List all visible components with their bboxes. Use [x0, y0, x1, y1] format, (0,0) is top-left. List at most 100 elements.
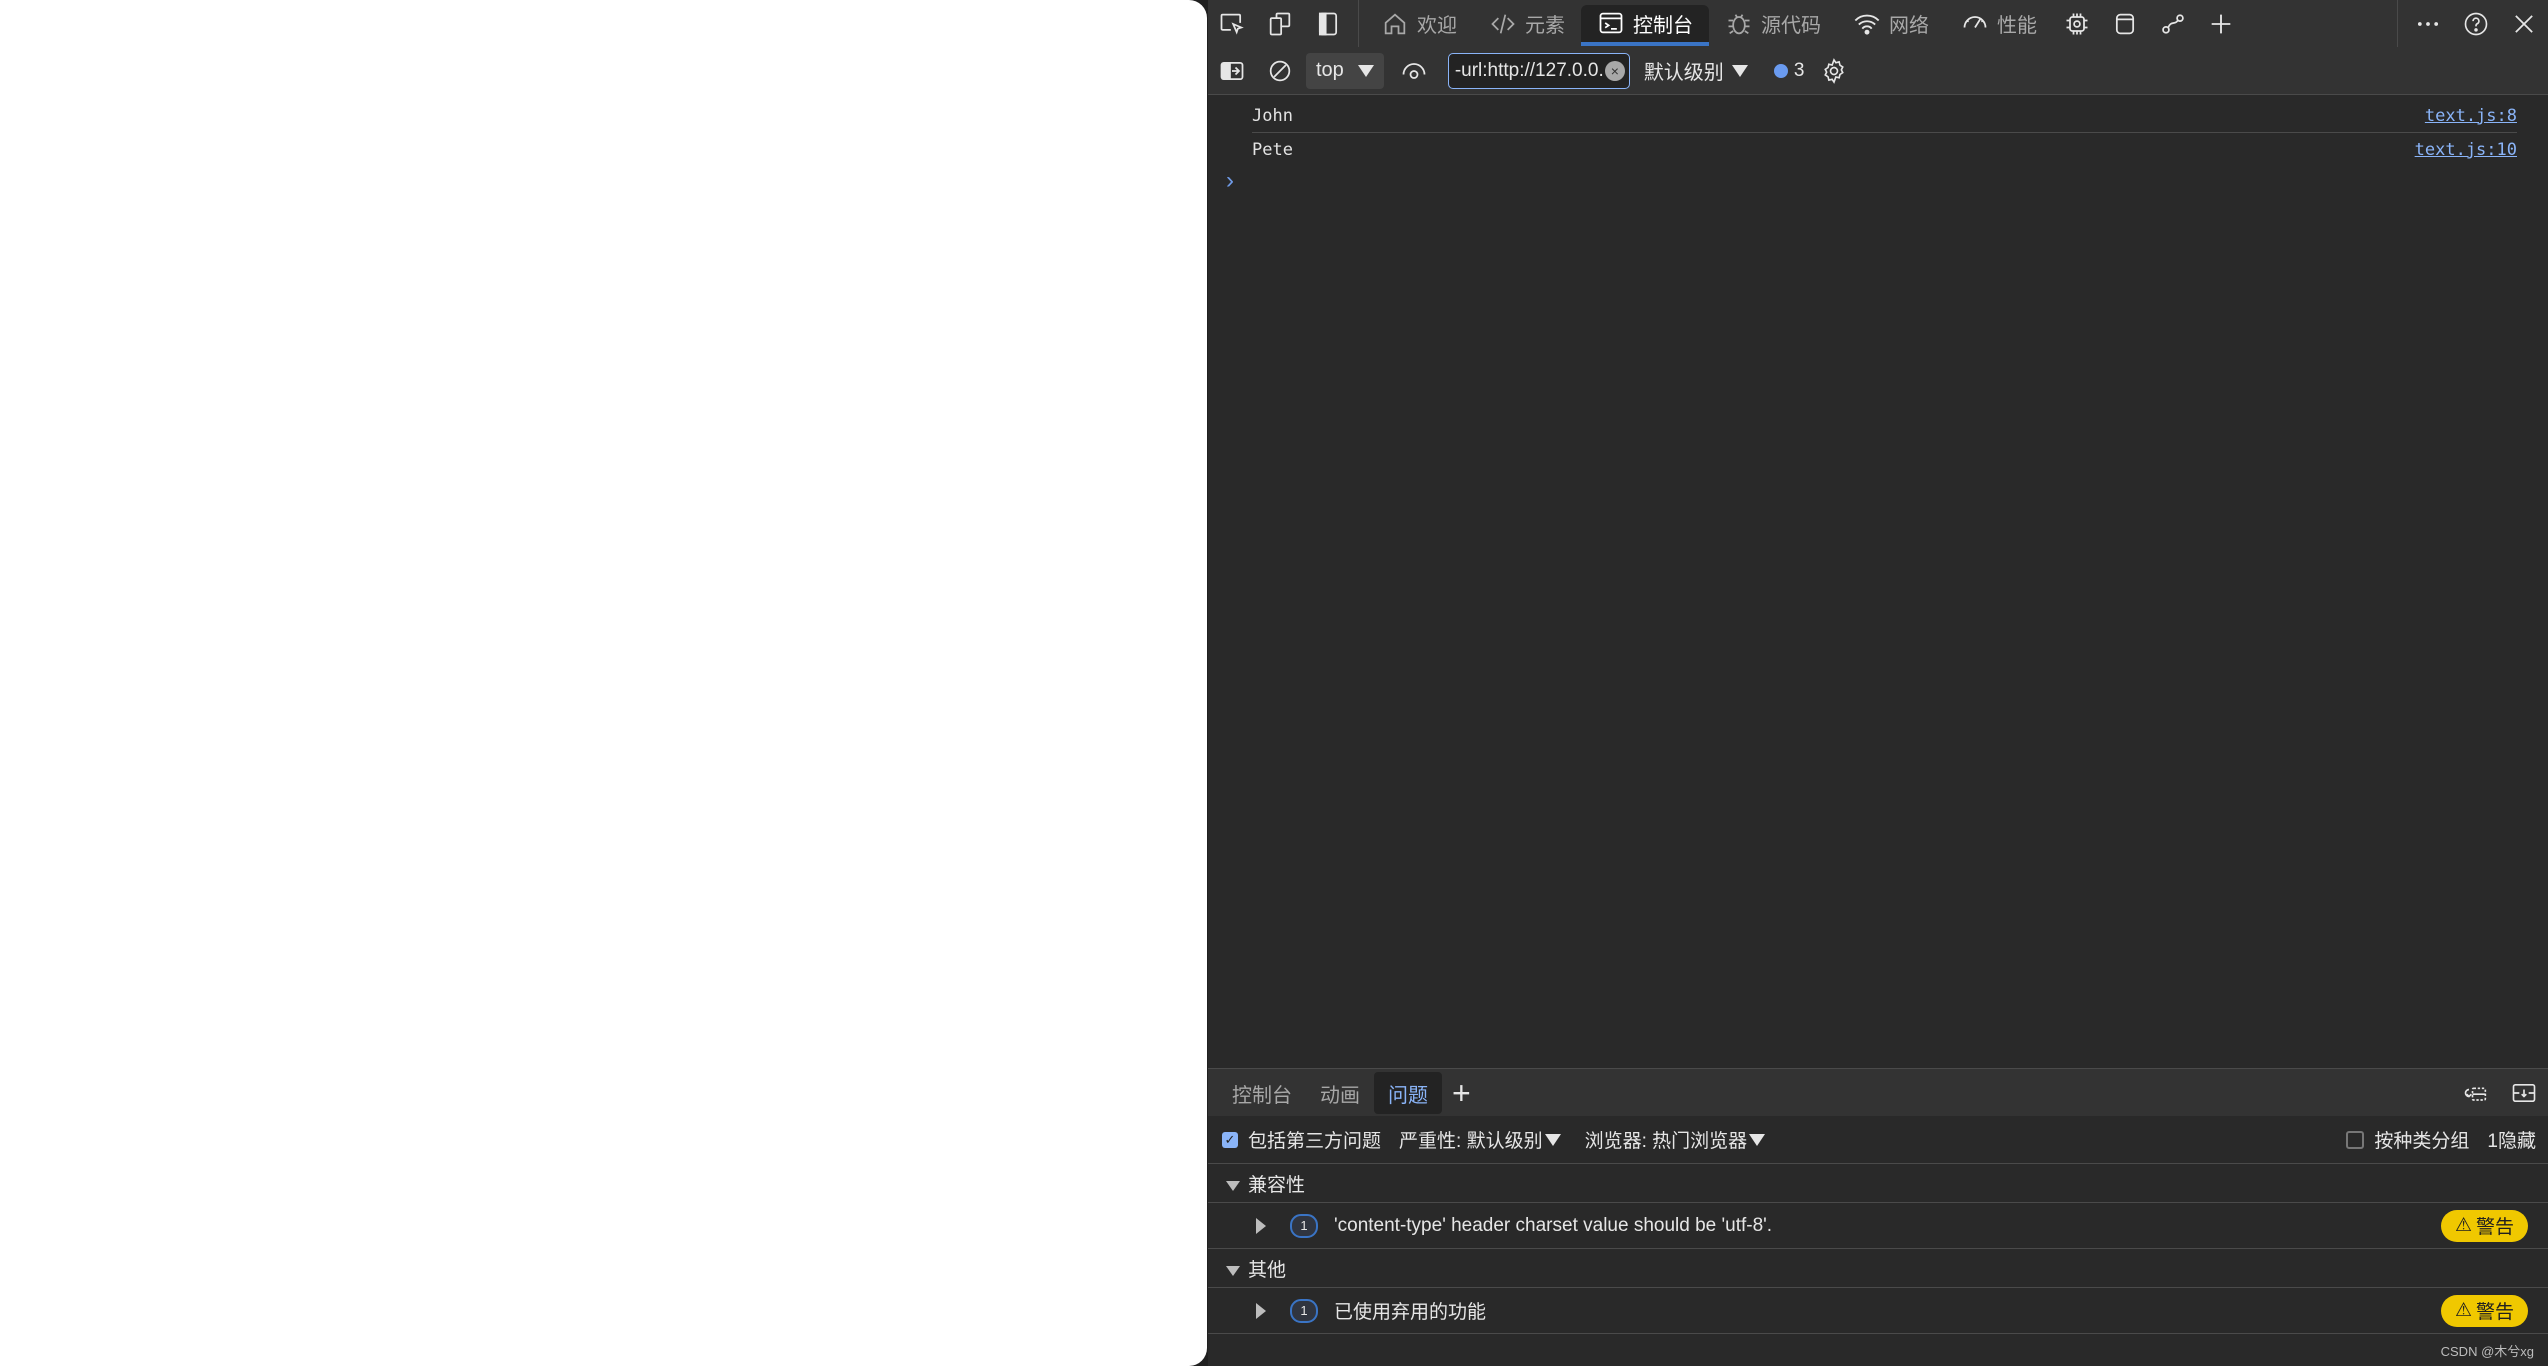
tab-label: 网络	[1889, 15, 1929, 37]
issue-row[interactable]: 1 已使用弃用的功能 ⚠ 警告	[1208, 1288, 2548, 1334]
connection-tool-button[interactable]	[2149, 0, 2197, 47]
plus-icon	[2211, 14, 2231, 33]
filter-field[interactable]	[1448, 59, 1611, 82]
tab-label: 控制台	[1232, 1084, 1292, 1107]
issue-count-badge: 1	[1290, 1298, 1318, 1323]
message-text: Pete	[1252, 139, 1293, 160]
clear-console-button[interactable]	[1256, 47, 1304, 94]
tab-label: 源代码	[1761, 15, 1821, 37]
window-icon	[2115, 13, 2135, 34]
more-icon	[2417, 21, 2439, 26]
clear-filter-icon[interactable]: ×	[1604, 60, 1625, 81]
drawer-tab-console[interactable]: 控制台	[1218, 1072, 1306, 1114]
close-drawer-button[interactable]	[2500, 1070, 2548, 1117]
message-icon	[1773, 63, 1788, 78]
more-tools-button[interactable]	[2197, 0, 2245, 47]
collapse-arrow-icon	[1256, 1302, 1266, 1319]
console-output: John text.js:8 Pete text.js:10 ›	[1208, 95, 2548, 1067]
memory-tool-button[interactable]	[2053, 0, 2101, 47]
console-toolbar: top × 默认级别 3	[1208, 47, 2548, 95]
clear-icon	[1269, 60, 1291, 81]
expand-arrow-icon	[1226, 1181, 1240, 1191]
browser-dropdown[interactable]: 浏览器: 热门浏览器	[1585, 1126, 1766, 1153]
console-prompt-icon[interactable]: ›	[1226, 167, 1234, 195]
live-expression-button[interactable]	[1390, 47, 1438, 94]
warning-icon: ⚠	[2454, 1215, 2472, 1236]
warning-icon: ⚠	[2454, 1300, 2472, 1321]
hidden-issues-count[interactable]: 1隐藏	[2487, 1126, 2536, 1153]
message-count: 3	[1793, 59, 1805, 81]
bug-icon	[1728, 13, 1750, 34]
drawer-tab-animations[interactable]: 动画	[1306, 1072, 1374, 1114]
badge-label: 警告	[2475, 1302, 2514, 1323]
tab-welcome[interactable]: 欢迎	[1365, 3, 1473, 44]
severity-value: 严重性: 默认级别	[1399, 1131, 1543, 1152]
devtools-panel: 欢迎 元素 控制台 源代码 网络 性能 top -url:http://127.…	[1208, 0, 2548, 1366]
device-emulation-button[interactable]	[1256, 0, 1304, 47]
show-console-sidebar-button[interactable]	[1208, 47, 1256, 94]
browser-value: 浏览器: 热门浏览器	[1584, 1131, 1748, 1152]
tab-performance[interactable]: 性能	[1945, 3, 2053, 44]
tab-console[interactable]: 控制台	[1581, 4, 1709, 46]
include-third-party-label: 包括第三方问题	[1248, 1131, 1382, 1152]
tab-elements[interactable]: 元素	[1473, 3, 1581, 44]
eye-icon	[1402, 62, 1426, 79]
close-icon	[2515, 14, 2533, 33]
gauge-icon	[1963, 15, 1987, 28]
console-filter-input[interactable]: ×	[1447, 52, 1630, 89]
log-level-value: 默认级别	[1643, 62, 1724, 84]
close-devtools-button[interactable]	[2500, 0, 2548, 47]
dock-drawer-button[interactable]	[2452, 1070, 2500, 1117]
help-icon	[2464, 12, 2488, 35]
message-text: John	[1252, 105, 1293, 126]
connection-icon	[2162, 13, 2184, 34]
source-link[interactable]: text.js:8	[2425, 106, 2517, 126]
tab-sources[interactable]: 源代码	[1709, 3, 1837, 44]
gear-icon	[1824, 57, 1845, 84]
issue-category-compatibility[interactable]: 兼容性	[1208, 1164, 2548, 1203]
webpage-viewport	[0, 0, 1207, 1366]
console-icon	[1599, 12, 1623, 34]
divider	[2397, 0, 2398, 47]
console-message: Pete text.js:10	[1252, 133, 2517, 166]
console-message: John text.js:8	[1252, 99, 2517, 133]
issues-toolbar: ✓ 包括第三方问题 严重性: 默认级别 浏览器: 热门浏览器 按种类分组 1隐藏	[1208, 1116, 2548, 1164]
source-link[interactable]: text.js:10	[2415, 140, 2517, 160]
chevron-down-icon	[1357, 64, 1374, 77]
context-selector[interactable]: top	[1306, 52, 1384, 89]
tab-label: 元素	[1525, 15, 1565, 37]
inspect-element-button[interactable]	[1208, 0, 1256, 47]
tab-label: 控制台	[1633, 14, 1693, 37]
chevron-down-icon	[1731, 64, 1748, 77]
tab-network[interactable]: 网络	[1837, 3, 1945, 44]
include-third-party-checkbox[interactable]: ✓	[1222, 1131, 1238, 1148]
issue-text: 'content-type' header charset value shou…	[1334, 1214, 1773, 1236]
inspect-icon	[1220, 13, 1244, 35]
group-by-kind-checkbox[interactable]	[2346, 1130, 2365, 1149]
sidebar-toggle-icon	[1220, 61, 1244, 80]
application-tool-button[interactable]	[2101, 0, 2149, 47]
issue-category-other[interactable]: 其他	[1208, 1249, 2548, 1288]
category-title: 其他	[1248, 1259, 1287, 1281]
tab-label: 动画	[1320, 1084, 1360, 1107]
add-drawer-tab-button[interactable]: +	[1452, 1075, 1471, 1112]
watermark: CSDN @木兮xg	[2440, 1344, 2534, 1359]
severity-dropdown[interactable]: 严重性: 默认级别	[1399, 1126, 1561, 1153]
badge-label: 警告	[2475, 1217, 2514, 1238]
wifi-icon	[1854, 14, 1880, 35]
divider	[1358, 0, 1359, 47]
customize-menu-button[interactable]	[2404, 0, 2452, 47]
issue-row[interactable]: 1 'content-type' header charset value sh…	[1208, 1203, 2548, 1249]
issue-count-badge: 1	[1290, 1213, 1318, 1238]
help-button[interactable]	[2452, 0, 2500, 47]
code-icon	[1491, 13, 1515, 34]
drawer-tab-issues[interactable]: 问题	[1374, 1072, 1442, 1114]
toggle-sidebar-button[interactable]	[1304, 0, 1352, 47]
home-icon	[1384, 13, 1406, 34]
log-level-dropdown[interactable]: 默认级别	[1644, 56, 1748, 85]
device-icon	[1269, 12, 1291, 35]
console-settings-button[interactable]	[1810, 47, 1858, 94]
issues-count-button[interactable]: 3	[1773, 59, 1805, 82]
warning-badge: ⚠ 警告	[2440, 1294, 2528, 1327]
expand-arrow-icon	[1226, 1266, 1240, 1276]
